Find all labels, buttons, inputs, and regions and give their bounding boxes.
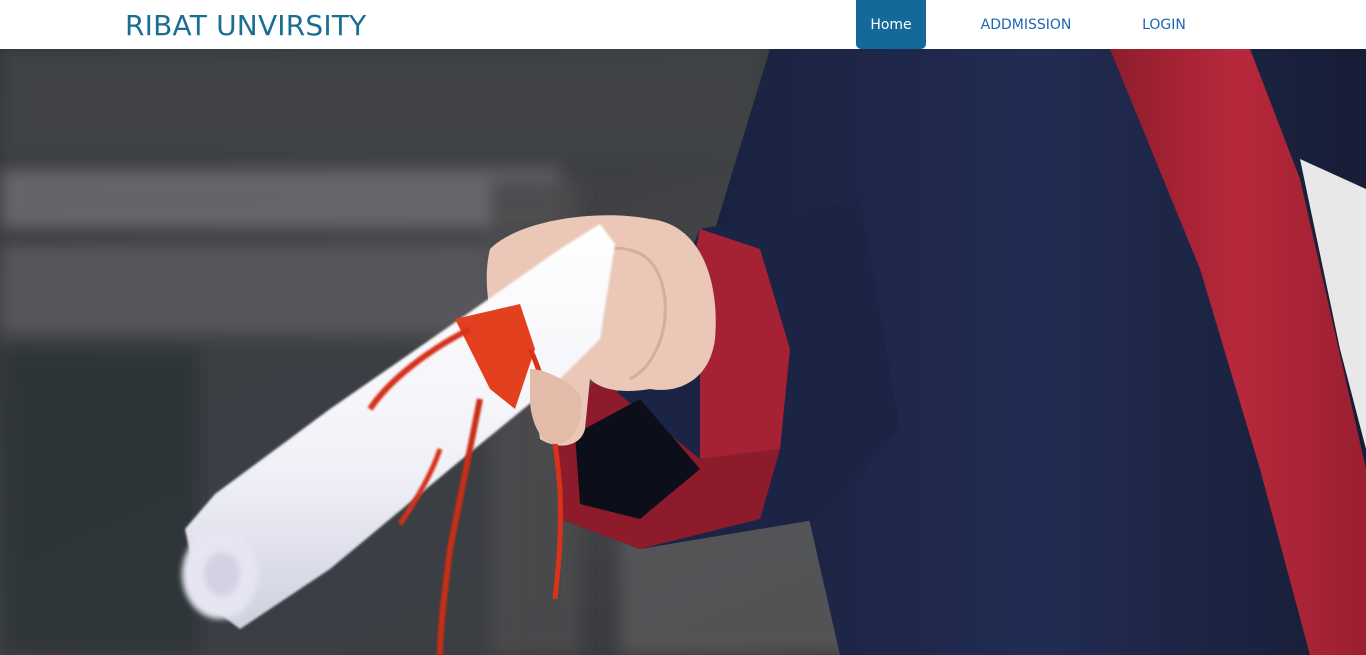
nav-login-link[interactable]: LOGIN [1128,0,1200,49]
top-navbar: RIBAT UNVIRSITY Home ADDMISSION LOGIN [0,0,1366,49]
hero-image-graduate-diploma [0,49,1366,655]
hero-banner [0,49,1366,655]
brand-logo-text[interactable]: RIBAT UNVIRSITY [125,9,366,42]
nav-home-link[interactable]: Home [856,0,926,49]
nav-admission-link[interactable]: ADDMISSION [966,0,1086,49]
